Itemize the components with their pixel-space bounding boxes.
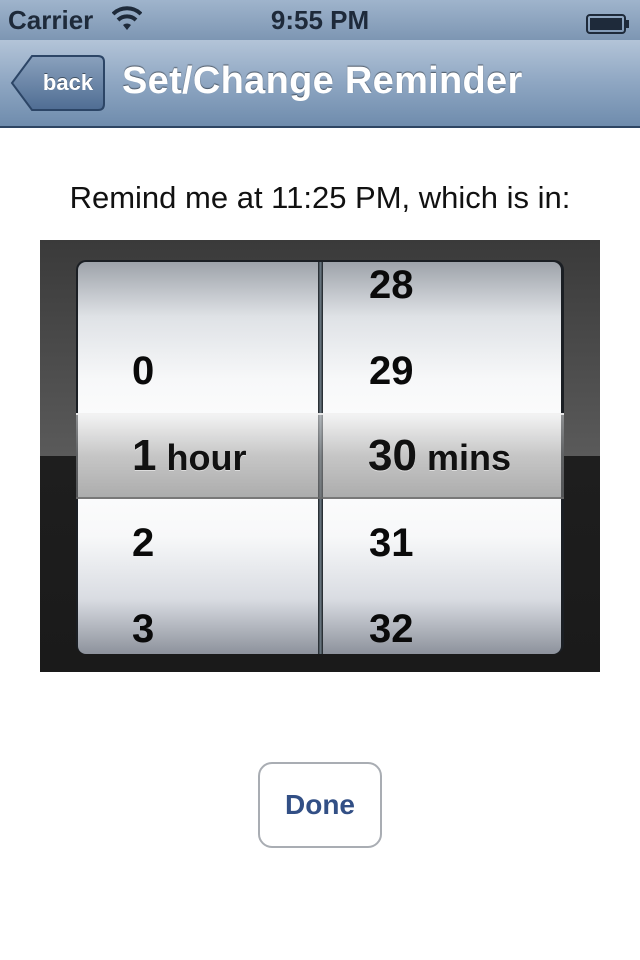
hours-option[interactable]: 2: [78, 500, 318, 586]
back-button-label: back: [42, 70, 94, 95]
done-button[interactable]: Done: [258, 762, 382, 848]
hours-option[interactable]: [78, 262, 318, 328]
back-button[interactable]: back: [10, 54, 106, 112]
selected-minutes-value: 30: [368, 431, 417, 480]
battery-icon: [586, 10, 630, 34]
selected-minutes-unit: mins: [426, 437, 511, 478]
selected-hours-value: 1: [132, 431, 157, 480]
reminder-description: Remind me at 11:25 PM, which is in:: [69, 180, 571, 215]
minutes-option[interactable]: 31: [323, 500, 561, 586]
hours-option[interactable]: 3: [78, 586, 318, 654]
duration-picker: 0 1 2 3 28 29 30 31 32 1 hour 30 mins: [40, 240, 600, 672]
selected-hours: 1 hour: [132, 413, 246, 499]
status-time: 9:55 PM: [270, 5, 370, 35]
status-bar: Carrier 9:55 PM: [0, 0, 640, 40]
page-title: Set/Change Reminder: [122, 60, 523, 102]
navigation-bar: back Set/Change Reminder: [0, 40, 640, 128]
hours-option[interactable]: 0: [78, 328, 318, 414]
selected-minutes: 30 mins: [368, 413, 511, 499]
minutes-option[interactable]: 28: [323, 262, 561, 328]
selected-hours-unit: hour: [166, 437, 247, 478]
minutes-option[interactable]: 32: [323, 586, 561, 654]
minutes-option[interactable]: 29: [323, 328, 561, 414]
